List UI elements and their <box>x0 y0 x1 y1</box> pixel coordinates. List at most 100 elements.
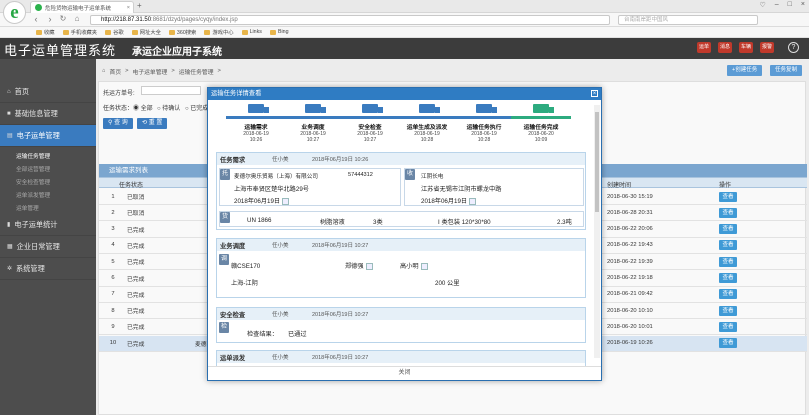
query-button[interactable]: ⚲ 查 询 <box>103 118 133 129</box>
copy-task-button[interactable]: 任务复制 <box>770 65 803 76</box>
goods-row: 货 UN 1866 树脂溶液 3类 I 类包装 120*30*80 2.3吨 <box>219 211 584 227</box>
breadcrumb-home[interactable]: 首页 <box>110 67 122 76</box>
waybill-alert-icon[interactable]: 运单 <box>697 42 711 53</box>
folder-icon <box>62 29 69 35</box>
truck-icon <box>248 104 269 113</box>
issue-section: 运单派发 任小美 2018年06月19日 10:27 <box>216 350 586 366</box>
step-bar <box>397 116 457 119</box>
maximize-icon[interactable]: □ <box>788 1 792 9</box>
browser-tab[interactable]: 危险货物运输电子运单系统 × <box>30 1 134 13</box>
status-radio-done[interactable]: ○ 已完成 <box>185 103 208 112</box>
close-window-icon[interactable]: × <box>801 1 805 9</box>
sidebar-item-statistics[interactable]: ▮ 电子运单统计 <box>0 214 96 236</box>
sidebar-item-basic-info[interactable]: ■ 基础信息管理 <box>0 103 96 125</box>
row-time: 2018-06-30 15:19 <box>607 193 653 200</box>
goods-name: 树脂溶液 <box>320 219 345 226</box>
new-tab-button[interactable]: + <box>137 1 142 10</box>
url-host: http://218.87.31.50 <box>101 17 152 23</box>
close-tab-icon[interactable]: × <box>127 5 130 11</box>
minimize-icon[interactable]: – <box>775 1 779 9</box>
create-task-button[interactable]: +创建任务 <box>727 65 763 76</box>
bookmark-item[interactable]: 收藏 <box>36 28 55 36</box>
col-status: 任务状态 <box>119 183 144 189</box>
bookmark-item[interactable]: 网址大全 <box>131 28 161 36</box>
bookmark-item[interactable]: Bing <box>269 29 289 35</box>
calendar-icon <box>282 197 290 205</box>
row-status: 已完成 <box>127 325 145 332</box>
sidebar-sub-dispatch[interactable]: 运单派发管理 <box>16 190 50 199</box>
view-button[interactable]: 查看 <box>719 321 737 332</box>
address-bar[interactable]: http://218.87.31.50:8681/dzyd/pages/cyqy… <box>90 15 610 25</box>
sidebar-item-system[interactable]: ✲ 系统管理 <box>0 258 96 280</box>
shipper-card: 托 麦德尔奥乐贸易（上海）有限公司 57444312 上海市奉贤区楚华北路29号… <box>219 168 401 206</box>
help-icon[interactable]: ? <box>788 42 799 53</box>
bookmark-item[interactable]: Links <box>241 29 262 35</box>
view-button[interactable]: 查看 <box>719 207 737 218</box>
progress-step: 运输任务完成 2018-06-20 10:09 <box>511 104 571 143</box>
menu-icon[interactable]: ♡ <box>759 1 765 9</box>
step-name: 业务调度 <box>301 125 325 131</box>
status-radio-all[interactable]: ◉ 全部 <box>133 103 153 112</box>
favicon-icon <box>35 4 42 11</box>
browser-logo: e <box>3 1 26 24</box>
shipper-name: 麦德尔奥乐贸易（上海）有限公司 <box>234 174 318 180</box>
col-action: 操作 <box>719 183 732 189</box>
sidebar-item-home[interactable]: ⌂ 首页 <box>0 81 96 103</box>
calendar-icon: ▦ <box>7 244 13 250</box>
step-time: 10:09 <box>534 137 548 143</box>
step-time: 10:28 <box>477 137 491 143</box>
back-icon[interactable]: ‹ <box>31 14 41 24</box>
tab-title: 危险货物运输电子运单系统 <box>45 5 112 12</box>
dispatch-header: 业务调度 任小美 2018年06月19日 10:27 <box>217 239 585 251</box>
sidebar-sub-safety[interactable]: 安全检查管理 <box>16 177 50 186</box>
view-button[interactable]: 查看 <box>719 224 737 235</box>
safety-section: 安全检查 任小美 2018年06月19日 10:27 检 检查结果： 已通过 <box>216 307 586 343</box>
reload-icon[interactable]: ↻ <box>58 14 68 23</box>
driver-name: 郑德强 <box>345 261 373 270</box>
sidebar-sub-waybill[interactable]: 运单管理 <box>16 203 39 212</box>
sidebar-item-waybill[interactable]: ▤ 电子运单管理 <box>0 125 96 147</box>
alarm-alert-icon[interactable]: 报警 <box>760 42 774 53</box>
message-alert-icon[interactable]: 消息 <box>718 42 732 53</box>
home-nav-icon[interactable]: ⌂ <box>72 14 82 23</box>
issue-header: 运单派发 任小美 2018年06月19日 10:27 <box>217 351 585 363</box>
vehicle-alert-icon[interactable]: 车辆 <box>739 42 753 53</box>
view-button[interactable]: 查看 <box>719 240 737 251</box>
sidebar-sub-operation[interactable]: 全部运营管理 <box>16 164 50 173</box>
view-button[interactable]: 查看 <box>719 256 737 267</box>
modal-scroll-thumb[interactable] <box>595 112 599 212</box>
shipper-no-input[interactable] <box>141 86 201 95</box>
view-button[interactable]: 查看 <box>719 289 737 300</box>
view-button[interactable]: 查看 <box>719 191 737 202</box>
reset-button[interactable]: ⟲ 重 置 <box>137 118 168 129</box>
breadcrumb-waybill[interactable]: 电子运单管理 <box>133 67 168 76</box>
dispatch-section: 业务调度 任小美 2018年06月19日 10:27 调 赣CSE170 郑德强… <box>216 238 586 298</box>
bookmark-item[interactable]: 游戏中心 <box>204 28 234 36</box>
close-button[interactable]: 关闭 <box>398 370 410 376</box>
view-button[interactable]: 查看 <box>719 338 737 349</box>
sidebar-sub-task[interactable]: 运输任务管理 <box>16 151 50 160</box>
bookmark-item[interactable]: 手机收藏夹 <box>62 28 97 36</box>
view-button[interactable]: 查看 <box>719 273 737 283</box>
truck-icon <box>362 104 383 113</box>
vehicle-plate: 赣CSE170 <box>231 263 261 270</box>
demand-header: 任务需求 任小美 2018年06月19日 10:26 <box>217 153 585 165</box>
distance: 200 公里 <box>435 280 460 287</box>
home-icon: ⌂ <box>102 68 106 74</box>
sidebar-item-daily[interactable]: ▦ 企业日常管理 <box>0 236 96 258</box>
step-bar <box>511 116 571 119</box>
receiver-date: 2018年06月19日 <box>421 196 477 205</box>
safety-badge: 检 <box>219 322 229 333</box>
bookmark-item[interactable]: 360搜索 <box>168 28 196 36</box>
goods-class: 3类 <box>373 219 383 226</box>
close-icon[interactable]: × <box>591 90 598 97</box>
row-status: 已取消 <box>127 195 145 201</box>
browser-search-input[interactable]: 台南南岸距中国风 <box>618 15 758 25</box>
status-radio-pending[interactable]: ○ 待确认 <box>157 103 180 112</box>
goods-badge: 货 <box>220 212 230 223</box>
app-title: 电子运单管理系统 <box>4 43 117 58</box>
forward-icon[interactable]: › <box>45 14 55 24</box>
view-button[interactable]: 查看 <box>719 305 737 316</box>
receiver-badge: 收 <box>405 169 415 180</box>
bookmark-item[interactable]: 谷歌 <box>105 28 124 36</box>
